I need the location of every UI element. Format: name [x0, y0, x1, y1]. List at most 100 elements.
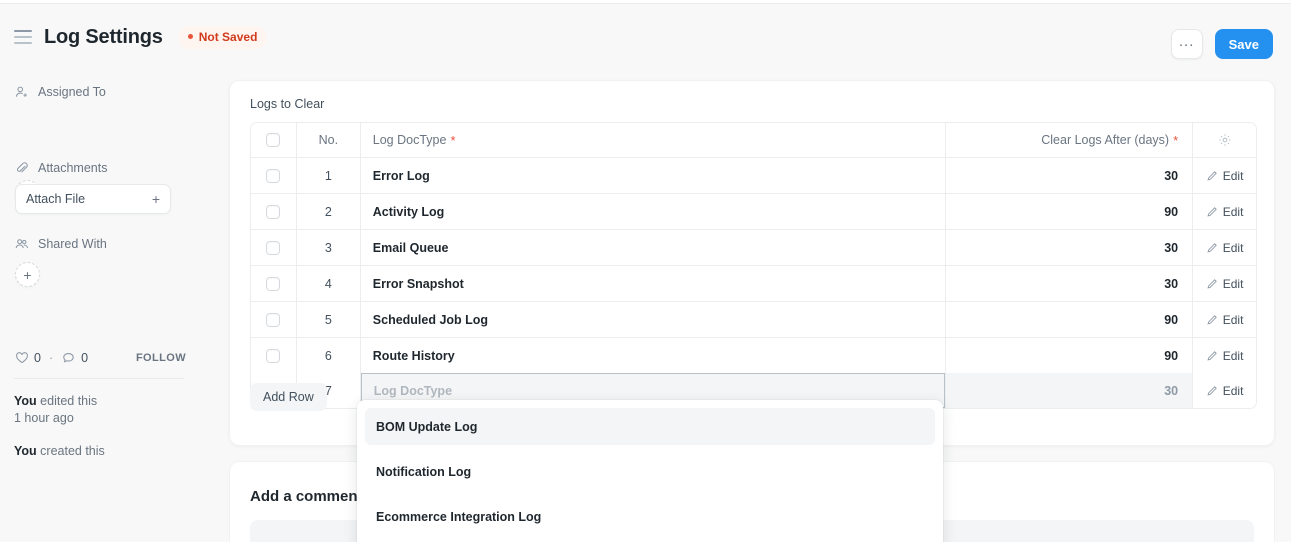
row-select-cell — [251, 230, 297, 265]
row-number: 5 — [297, 302, 361, 337]
sidebar-divider — [14, 378, 184, 379]
dropdown-option[interactable]: Ecommerce Integration Log — [365, 498, 935, 535]
stats-separator: · — [48, 350, 54, 365]
row-days[interactable]: 30 — [946, 266, 1194, 301]
row-doctype[interactable]: Scheduled Job Log — [361, 302, 946, 337]
grid-settings-cell[interactable] — [1193, 123, 1256, 157]
pencil-icon — [1206, 170, 1218, 182]
paperclip-icon — [14, 160, 29, 175]
row-number: 4 — [297, 266, 361, 301]
page-header-left: Log Settings Not Saved — [14, 25, 267, 49]
activity-item-created: You created this — [14, 443, 204, 460]
row-checkbox[interactable] — [266, 240, 281, 255]
row-number: 1 — [297, 158, 361, 193]
add-shared-user-button[interactable]: + — [15, 262, 40, 287]
top-navbar — [0, 0, 1291, 4]
row-doctype[interactable]: Activity Log — [361, 194, 946, 229]
pencil-icon — [1206, 385, 1218, 397]
grid-header-row: No. Log DocType * Clear Logs After (days… — [251, 123, 1256, 158]
sidebar-label-assigned-to: Assigned To — [38, 84, 106, 99]
row-checkbox[interactable] — [266, 276, 281, 291]
sidebar-stats: 0 · 0 FOLLOW — [14, 350, 186, 365]
pencil-icon — [1206, 350, 1218, 362]
add-row-button[interactable]: Add Row — [250, 383, 327, 411]
table-row: 1 Error Log 30 Edit — [251, 158, 1256, 194]
row-checkbox[interactable] — [266, 204, 281, 219]
table-row: 2 Activity Log 90 Edit — [251, 194, 1256, 230]
sidebar: Assigned To + Attachments Attach File + — [0, 71, 216, 542]
comment-icon — [61, 350, 76, 365]
row-edit-button[interactable]: Edit — [1193, 158, 1256, 193]
activity-actor: You — [14, 394, 37, 408]
required-asterisk: * — [1173, 132, 1179, 148]
row-select-cell — [251, 194, 297, 229]
row-select-cell — [251, 158, 297, 193]
required-asterisk: * — [450, 132, 456, 148]
row-doctype[interactable]: Error Snapshot — [361, 266, 946, 301]
dropdown-option[interactable]: Notification Log — [365, 453, 935, 490]
row-edit-button[interactable]: Edit — [1193, 230, 1256, 265]
dropdown-options: BOM Update Log Notification Log Ecommerce … — [365, 408, 935, 535]
row-days[interactable]: 90 — [946, 194, 1194, 229]
row-select-cell — [251, 302, 297, 337]
activity-action: edited this — [36, 394, 98, 408]
row-doctype[interactable]: Error Log — [361, 158, 946, 193]
pencil-icon — [1206, 314, 1218, 326]
row-days[interactable]: 90 — [946, 302, 1194, 337]
table-row: 4 Error Snapshot 30 Edit — [251, 266, 1256, 302]
dropdown-option[interactable]: BOM Update Log — [365, 408, 935, 445]
hamburger-icon[interactable] — [14, 30, 32, 44]
column-header-days: Clear Logs After (days) * — [946, 123, 1194, 157]
follow-button[interactable]: FOLLOW — [136, 352, 186, 364]
page-header: Log Settings Not Saved ... Save — [0, 5, 1291, 71]
row-number: 2 — [297, 194, 361, 229]
row-checkbox[interactable] — [266, 348, 281, 363]
logs-to-clear-card: Logs to Clear No. Log DocType * Clear Lo… — [229, 80, 1275, 446]
row-days[interactable]: 30 — [946, 230, 1194, 265]
sidebar-label-attachments: Attachments — [38, 160, 108, 175]
save-button[interactable]: Save — [1214, 29, 1273, 59]
logs-grid: No. Log DocType * Clear Logs After (days… — [250, 122, 1257, 409]
like-counter[interactable]: 0 — [14, 350, 41, 365]
row-edit-button[interactable]: Edit — [1193, 373, 1256, 408]
row-select-cell — [251, 338, 297, 373]
users-icon — [14, 236, 29, 251]
row-edit-label: Edit — [1222, 276, 1244, 291]
pencil-icon — [1206, 206, 1218, 218]
sidebar-section-assigned-to: Assigned To — [14, 84, 106, 99]
row-checkbox[interactable] — [266, 168, 281, 183]
row-select-cell — [251, 266, 297, 301]
row-number: 6 — [297, 338, 361, 373]
row-days[interactable]: 90 — [946, 338, 1194, 373]
attach-file-button[interactable]: Attach File + — [15, 184, 171, 214]
status-badge: Not Saved — [178, 25, 267, 49]
row-days[interactable]: 30 — [945, 373, 1194, 408]
row-doctype[interactable]: Route History — [361, 338, 946, 373]
row-edit-label: Edit — [1222, 204, 1244, 219]
gear-icon[interactable] — [1217, 133, 1232, 148]
row-edit-button[interactable]: Edit — [1193, 302, 1256, 337]
activity-actor: You — [14, 444, 37, 458]
more-options-button[interactable]: ... — [1170, 29, 1203, 59]
comment-counter[interactable]: 0 — [61, 350, 88, 365]
grid-body: 1 Error Log 30 Edit 2 Activity Log 90 Edit 3 Emai… — [251, 158, 1256, 373]
row-number: 3 — [297, 230, 361, 265]
select-all-cell — [251, 123, 297, 157]
sidebar-label-shared-with: Shared With — [38, 236, 107, 251]
row-edit-label: Edit — [1222, 383, 1244, 398]
column-header-doctype-label: Log DocType — [372, 133, 447, 147]
row-edit-button[interactable]: Edit — [1193, 194, 1256, 229]
select-all-checkbox[interactable] — [266, 133, 281, 147]
doctype-autocomplete-dropdown: BOM Update Log Notification Log Ecommerce … — [357, 400, 943, 542]
sidebar-section-shared-with: Shared With — [14, 236, 107, 251]
row-edit-label: Edit — [1222, 240, 1244, 255]
row-edit-button[interactable]: Edit — [1193, 266, 1256, 301]
user-plus-icon — [14, 84, 29, 99]
row-days[interactable]: 30 — [946, 158, 1194, 193]
row-doctype[interactable]: Email Queue — [361, 230, 946, 265]
row-edit-button[interactable]: Edit — [1193, 338, 1256, 373]
row-checkbox[interactable] — [266, 312, 281, 327]
row-edit-label: Edit — [1222, 312, 1244, 327]
status-badge-label: Not Saved — [198, 29, 258, 44]
page-header-actions: ... Save — [1170, 29, 1273, 59]
